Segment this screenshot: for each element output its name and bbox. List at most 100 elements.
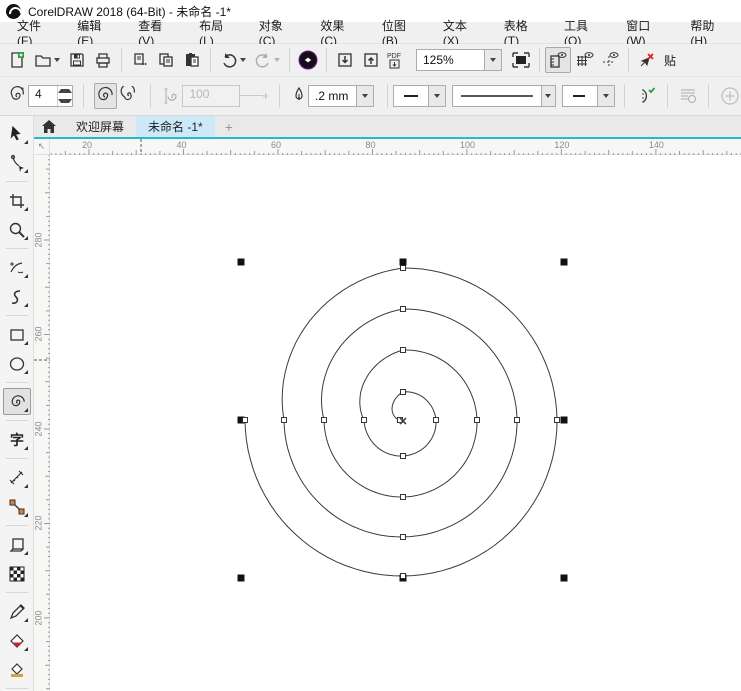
tab-welcome-screen[interactable]: 欢迎屏幕 [64, 116, 136, 137]
zoom-level-value: 125% [417, 53, 484, 67]
app-window: CorelDRAW 2018 (64-Bit) - 未命名 -1* 文件(F)编… [0, 0, 741, 691]
wrap-text-button[interactable] [677, 83, 700, 109]
curve-node[interactable] [401, 535, 406, 540]
curve-node[interactable] [401, 390, 406, 395]
paste-button[interactable] [179, 47, 205, 73]
freehand-tool[interactable] [3, 254, 31, 281]
publish-pdf-button[interactable]: PDF [384, 47, 410, 73]
new-document-button[interactable] [4, 47, 30, 73]
curve-node[interactable] [282, 418, 287, 423]
top-ruler-label: 20 [82, 140, 92, 150]
toggle-rulers-button[interactable] [545, 47, 571, 73]
curve-node[interactable] [401, 307, 406, 312]
curve-node[interactable] [401, 348, 406, 353]
rectangle-tool[interactable] [3, 321, 31, 348]
selection-handle[interactable] [238, 575, 245, 582]
undo-button[interactable] [216, 47, 250, 73]
export-button[interactable] [358, 47, 384, 73]
toggle-grid-button[interactable] [571, 47, 597, 73]
curve-node[interactable] [401, 574, 406, 579]
top-ruler[interactable]: 20406080100120140 [50, 139, 741, 155]
arrow-start-combo[interactable] [393, 85, 446, 107]
snap-off-button[interactable] [634, 47, 660, 73]
toggle-guidelines-button[interactable] [597, 47, 623, 73]
home-tab-button[interactable] [34, 116, 64, 137]
curve-node[interactable] [401, 495, 406, 500]
home-icon [42, 120, 56, 133]
new-document-tab-button[interactable]: + [215, 116, 243, 137]
arrow-end-dropdown[interactable] [597, 86, 614, 106]
open-dropdown-arrow[interactable] [54, 58, 60, 62]
outline-width-value[interactable]: .2 mm [309, 89, 356, 103]
selection-handle[interactable] [400, 259, 407, 266]
zoom-level-combo[interactable]: 125% [416, 49, 502, 71]
fullscreen-preview-button[interactable] [508, 47, 534, 73]
line-style-dropdown[interactable] [541, 86, 555, 106]
smart-fill-tool[interactable] [3, 656, 31, 683]
drop-shadow-tool[interactable] [3, 531, 31, 558]
pick-tool[interactable] [3, 120, 31, 147]
top-ruler-label: 120 [554, 140, 569, 150]
outline-width-dropdown[interactable] [356, 86, 373, 106]
interactive-fill-tool[interactable] [3, 627, 31, 654]
left-ruler[interactable]: 280260240220200 [34, 155, 50, 691]
open-button[interactable] [30, 47, 64, 73]
curve-node[interactable] [434, 418, 439, 423]
property-bar: * 4 100 + .2 mm [0, 77, 741, 116]
copy-button[interactable] [153, 47, 179, 73]
revolutions-up-button[interactable] [58, 86, 72, 96]
connector-tool[interactable] [3, 493, 31, 520]
print-button[interactable] [90, 47, 116, 73]
quick-customize-button[interactable] [718, 83, 741, 109]
arrow-start-dropdown[interactable] [428, 86, 445, 106]
import-button[interactable] [332, 47, 358, 73]
zoom-tool[interactable] [3, 216, 31, 243]
selection-handle[interactable] [561, 417, 568, 424]
curve-node[interactable] [243, 418, 248, 423]
ruler-origin-button[interactable]: ↖ [34, 139, 50, 155]
bspline-tool[interactable] [3, 283, 31, 310]
tab-document-untitled[interactable]: 未命名 -1* [136, 116, 215, 137]
crop-tool[interactable] [3, 187, 31, 214]
arrow-end-combo[interactable] [562, 85, 615, 107]
shape-tool[interactable] [3, 149, 31, 176]
curve-node[interactable] [362, 418, 367, 423]
transparency-tool[interactable] [3, 560, 31, 587]
symmetric-spiral-button[interactable] [94, 83, 117, 109]
drawing-canvas[interactable] [50, 155, 741, 691]
curve-node[interactable] [515, 418, 520, 423]
dimension-tool[interactable] [3, 464, 31, 491]
eyedropper-tool[interactable] [3, 598, 31, 625]
spiral-revolutions-value[interactable]: 4 [29, 86, 57, 106]
spiral-revolutions-spinbox[interactable]: 4 [28, 85, 73, 107]
snap-menu-label[interactable]: 贴 [664, 52, 676, 69]
close-curve-button[interactable] [634, 83, 658, 109]
curve-node[interactable] [555, 418, 560, 423]
curve-node[interactable] [401, 454, 406, 459]
line-style-combo[interactable] [452, 85, 556, 107]
left-ruler-label: 260 [34, 327, 44, 342]
selection-handle[interactable] [561, 259, 568, 266]
curve-node[interactable] [322, 418, 327, 423]
standard-toolbar: PDF 125% 贴 [0, 44, 741, 77]
undo-dropdown-arrow[interactable] [240, 58, 246, 62]
redo-dropdown-arrow[interactable] [274, 58, 280, 62]
spiral-tool[interactable] [3, 388, 31, 415]
selection-handle[interactable] [561, 575, 568, 582]
curve-node[interactable] [475, 418, 480, 423]
revolutions-down-button[interactable] [58, 96, 72, 106]
zoom-level-dropdown[interactable] [484, 50, 501, 70]
text-tool[interactable]: 字 [3, 426, 31, 453]
selection-handle[interactable] [238, 259, 245, 266]
svg-text:*: * [21, 86, 24, 95]
curve-node[interactable] [401, 266, 406, 271]
cut-button[interactable] [127, 47, 153, 73]
search-content-button[interactable] [295, 47, 321, 73]
save-button[interactable] [64, 47, 90, 73]
ellipse-tool[interactable] [3, 350, 31, 377]
outline-width-icon [290, 83, 308, 109]
spiral-object[interactable] [50, 155, 741, 691]
logarithmic-spiral-button[interactable] [117, 83, 140, 109]
redo-button[interactable] [250, 47, 284, 73]
outline-width-combo[interactable]: .2 mm [308, 85, 374, 107]
